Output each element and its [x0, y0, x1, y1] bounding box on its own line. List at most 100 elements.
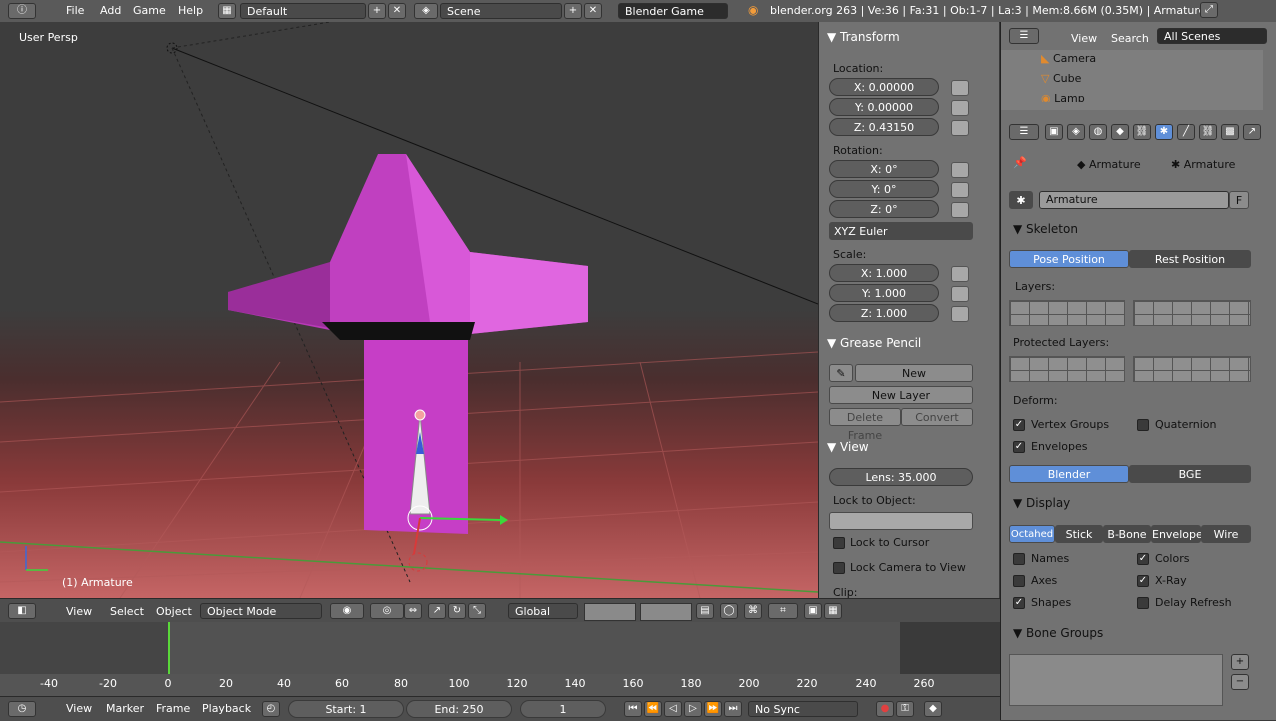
add-bone-group-icon[interactable]: + [1231, 654, 1249, 670]
start-frame-field[interactable]: Start: 1 [288, 700, 404, 718]
location-y[interactable]: Y: 0.00000 [829, 98, 939, 116]
object-tab-icon[interactable]: ◆ [1111, 124, 1129, 140]
record-icon[interactable]: ● [876, 701, 894, 717]
bone-constraint-tab-icon[interactable]: ⛓ [1199, 124, 1217, 140]
new-gpencil-button[interactable]: New [855, 364, 973, 382]
location-z[interactable]: Z: 0.43150 [829, 118, 939, 136]
lock-icon[interactable] [951, 162, 969, 178]
fake-user-button[interactable]: F [1229, 191, 1249, 209]
menu-help[interactable]: Help [178, 3, 203, 19]
add-layout-icon[interactable]: + [368, 3, 386, 19]
proportional-icon[interactable]: ◯ [720, 603, 738, 619]
protected-grid-a[interactable] [1009, 356, 1125, 382]
lock-icon[interactable] [951, 202, 969, 218]
display-header[interactable]: ▼ Display [1013, 496, 1070, 510]
rotate-icon[interactable]: ↻ [448, 603, 466, 619]
select-menu[interactable]: Select [110, 605, 144, 618]
constraint-tab-icon[interactable]: ⛓ [1133, 124, 1151, 140]
skeleton-header[interactable]: ▼ Skeleton [1013, 222, 1078, 236]
playback-menu[interactable]: Playback [202, 702, 251, 715]
layout-field[interactable]: Default [240, 3, 366, 19]
texture-tab-icon[interactable]: ▩ [1221, 124, 1239, 140]
lock-layers-icon[interactable]: ▤ [696, 603, 714, 619]
lock-camera-checkbox[interactable] [833, 562, 845, 574]
timeline-type-icon[interactable]: ◷ [8, 701, 36, 717]
preview-range-icon[interactable]: ◴ [262, 701, 280, 717]
view3d-type-icon[interactable]: ◧ [8, 603, 36, 619]
timeline[interactable]: -40 -20 0 20 40 60 80 100 120 140 160 18… [0, 622, 1000, 696]
breadcrumb-data[interactable]: ✱ Armature [1171, 158, 1235, 171]
snap-icon[interactable]: ⌗ [768, 603, 798, 619]
render-tab-icon[interactable]: ▣ [1045, 124, 1063, 140]
delete-frame-button[interactable]: Delete Frame [829, 408, 901, 442]
menu-game[interactable]: Game [133, 3, 166, 19]
frame-menu[interactable]: Frame [156, 702, 190, 715]
next-key-icon[interactable]: ⏩ [704, 701, 722, 717]
display-bbone-button[interactable]: B-Bone [1103, 525, 1151, 543]
jump-end-icon[interactable]: ⏭ [724, 701, 742, 717]
pivot-icon[interactable]: ◎ [370, 603, 404, 619]
envelopes-checkbox[interactable]: ✓ [1013, 441, 1025, 453]
scene-icon[interactable]: ◈ [414, 3, 438, 19]
orientation-select[interactable]: Global [508, 603, 578, 619]
lock-icon[interactable] [951, 266, 969, 282]
outliner-search-menu[interactable]: Search [1111, 32, 1149, 45]
convert-button[interactable]: Convert [901, 408, 973, 426]
current-frame-field[interactable]: 1 [520, 700, 606, 718]
lock-icon[interactable] [951, 286, 969, 302]
pin-icon[interactable]: 📌 [1013, 156, 1027, 169]
object-menu[interactable]: Object [156, 605, 192, 618]
grease-pencil-header[interactable]: ▼ Grease Pencil [827, 336, 921, 350]
render-anim-icon[interactable]: ▦ [824, 603, 842, 619]
current-frame-marker[interactable] [168, 622, 170, 674]
view-menu[interactable]: View [66, 605, 92, 618]
3d-viewport[interactable]: User Persp (1) Armature [0, 22, 818, 598]
rest-position-button[interactable]: Rest Position [1129, 250, 1251, 268]
layers-grid-a[interactable] [1009, 300, 1125, 326]
bone-tab-icon[interactable]: ╱ [1177, 124, 1195, 140]
lock-cursor-checkbox[interactable] [833, 537, 845, 549]
menu-file[interactable]: File [66, 3, 84, 19]
layers-grid-b[interactable] [1133, 300, 1251, 326]
layer-buttons-b[interactable] [640, 603, 692, 621]
bone-groups-header[interactable]: ▼ Bone Groups [1013, 626, 1103, 640]
viewport-shading-icon[interactable]: ◉ [330, 603, 364, 619]
prev-key-icon[interactable]: ⏪ [644, 701, 662, 717]
remove-scene-icon[interactable]: ✕ [584, 3, 602, 19]
display-octahedral-button[interactable]: Octahed [1009, 525, 1055, 543]
engine-select[interactable]: Blender Game [618, 3, 728, 19]
scene-tab-icon[interactable]: ◈ [1067, 124, 1085, 140]
axes-checkbox[interactable] [1013, 575, 1025, 587]
lock-icon[interactable] [951, 306, 969, 322]
scale-icon[interactable]: ⤡ [468, 603, 486, 619]
outliner-item-cube[interactable]: ▽ Cube [1041, 72, 1081, 85]
lock-icon[interactable] [951, 100, 969, 116]
names-checkbox[interactable] [1013, 553, 1025, 565]
menu-add[interactable]: Add [100, 3, 121, 19]
armature-tab-icon[interactable]: ✱ [1155, 124, 1173, 140]
lens-field[interactable]: Lens: 35.000 [829, 468, 973, 486]
add-scene-icon[interactable]: + [564, 3, 582, 19]
rotation-mode-select[interactable]: XYZ Euler [829, 222, 973, 240]
breadcrumb-object[interactable]: ◆ Armature [1077, 158, 1141, 171]
properties-type-icon[interactable]: ☰ [1009, 124, 1039, 140]
scale-x[interactable]: X: 1.000 [829, 264, 939, 282]
blender-deform-button[interactable]: Blender [1009, 465, 1129, 483]
lock-icon[interactable] [951, 120, 969, 136]
bone-groups-list[interactable] [1009, 654, 1223, 706]
render-still-icon[interactable]: ▣ [804, 603, 822, 619]
shapes-checkbox[interactable]: ✓ [1013, 597, 1025, 609]
timeline-view-menu[interactable]: View [66, 702, 92, 715]
scale-z[interactable]: Z: 1.000 [829, 304, 939, 322]
rotation-x[interactable]: X: 0° [829, 160, 939, 178]
display-envelope-button[interactable]: Envelope [1151, 525, 1203, 543]
quaternion-checkbox[interactable] [1137, 419, 1149, 431]
sync-mode-select[interactable]: No Sync [748, 701, 858, 717]
vertex-groups-checkbox[interactable]: ✓ [1013, 419, 1025, 431]
display-stick-button[interactable]: Stick [1055, 525, 1103, 543]
remove-bone-group-icon[interactable]: − [1231, 674, 1249, 690]
layer-buttons-a[interactable] [584, 603, 636, 621]
snap-element-icon[interactable]: ⌘ [744, 603, 762, 619]
end-frame-field[interactable]: End: 250 [406, 700, 512, 718]
display-mode-select[interactable]: All Scenes [1157, 28, 1267, 44]
